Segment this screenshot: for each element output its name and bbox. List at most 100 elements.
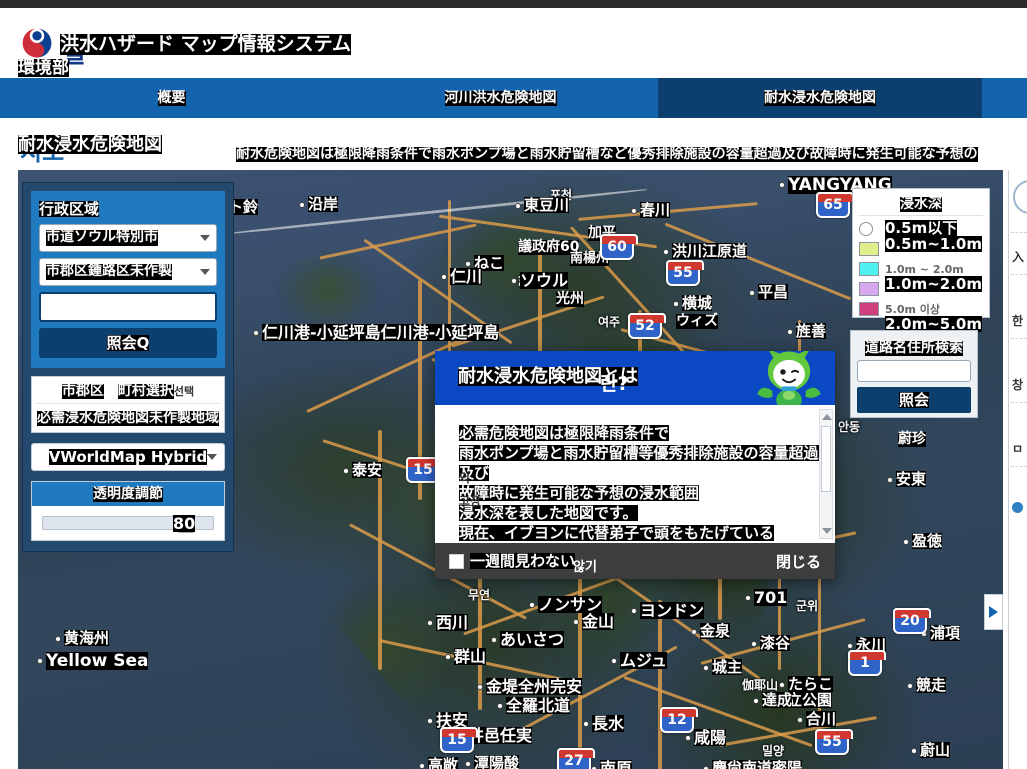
map-label: 洪川江原道 xyxy=(672,242,748,260)
map-place-dot xyxy=(253,330,259,336)
map-place-dot xyxy=(847,643,853,649)
right-side-panel[interactable]: 入 한 창 ㅁ xyxy=(1008,170,1027,769)
highway-shield: 27 xyxy=(557,748,595,769)
basemap-select[interactable]: VWorldMap Hybrid xyxy=(31,443,225,472)
main-navigation: 槪要 河川洪水危険地図 耐水浸水危険地図 xyxy=(0,78,1027,118)
scroll-up-icon[interactable] xyxy=(822,414,832,420)
chevron-down-icon xyxy=(200,269,210,275)
map-label: 長水 xyxy=(592,714,625,733)
opacity-value: 80 xyxy=(173,514,196,534)
search-button[interactable]: 照会Q xyxy=(39,328,217,358)
road-search-input[interactable] xyxy=(857,360,971,383)
page-description: 耐水危険地図は極限降雨条件で雨水ポンプ場と雨水貯留槽など優秀排除施設の容量超過及… xyxy=(236,146,978,163)
tab-eupmyeondong[interactable]: 町村選択선택 xyxy=(117,383,194,400)
map-label: 仁川港-小延坪島仁川港-小延坪島 xyxy=(262,323,500,342)
highway-shield: 65 xyxy=(816,192,854,218)
legend-row: 1.0m~2.0m xyxy=(859,275,983,299)
map-place-dot xyxy=(491,637,497,643)
map-place-dot xyxy=(907,683,913,689)
map-place-dot xyxy=(745,595,751,601)
highway-shield-number: 52 xyxy=(635,318,655,334)
dont-show-again-group[interactable]: 一週間見わない 않기 xyxy=(449,553,597,575)
map-label: 群山 xyxy=(454,647,487,666)
map-label: 城主 xyxy=(712,658,743,676)
map-label: 黄海州 xyxy=(64,629,110,647)
map-place-dot xyxy=(427,718,433,724)
map-label-original: 여주 xyxy=(598,315,621,329)
map-place-dot xyxy=(887,477,893,483)
map-label: 合川 xyxy=(806,710,837,728)
highway-shield: 15 xyxy=(440,727,478,753)
highway-shield: 52 xyxy=(628,313,666,339)
divider xyxy=(1011,466,1027,467)
panel-dot-icon xyxy=(1012,502,1023,513)
dont-show-again-checkbox[interactable] xyxy=(449,553,464,569)
map-label: あいさつ xyxy=(500,630,565,649)
map-place-dot xyxy=(55,636,61,642)
map-label: 蔚山 xyxy=(920,741,951,759)
region-tabs: 市郡区 町村選択선택 xyxy=(36,381,220,403)
tab-urban-flood-hazard-map[interactable]: 耐水浸水危険地図 xyxy=(658,78,982,118)
edge-item-1[interactable]: 入 xyxy=(1012,248,1024,265)
road-segment xyxy=(578,550,582,750)
opacity-slider-row[interactable]: 80 xyxy=(32,506,224,540)
tab-sigungu[interactable]: 市郡区 xyxy=(61,383,104,400)
map-place-dot xyxy=(497,703,503,709)
modal-text-line: 及び xyxy=(459,463,811,482)
highway-shield: 1 xyxy=(848,650,886,676)
edge-item-4[interactable]: ㅁ xyxy=(1012,440,1023,457)
map-label: 盈徳 xyxy=(912,532,943,550)
map-label: 泰安 xyxy=(352,461,383,479)
map-place-dot xyxy=(749,290,755,296)
highway-shield-number: 12 xyxy=(667,712,687,728)
highway-shield: 20 xyxy=(893,608,931,634)
map-expand-button[interactable] xyxy=(984,594,1003,630)
divider xyxy=(1011,338,1027,339)
map-place-dot xyxy=(583,721,589,727)
edge-item-3[interactable]: 창 xyxy=(1012,376,1023,393)
map-label: 南原 xyxy=(600,760,633,769)
chevron-down-icon xyxy=(200,235,210,241)
legend-label: 0.5m~1.0m xyxy=(885,235,982,254)
map-label: 浦項 xyxy=(930,624,961,642)
scroll-down-icon[interactable] xyxy=(822,528,832,534)
map-label: 旌善 xyxy=(796,322,827,340)
scrollbar-thumb[interactable] xyxy=(821,426,831,492)
legend-row: 0.5m~1.0m xyxy=(859,235,983,259)
tab-overview[interactable]: 槪要 xyxy=(0,78,343,118)
map-label: Yellow Sea xyxy=(46,651,149,671)
map-place-dot xyxy=(441,274,447,280)
legend-swatch xyxy=(859,282,879,297)
map-place-dot xyxy=(673,301,679,307)
close-button[interactable]: 閉じる xyxy=(776,551,821,572)
keyword-input[interactable] xyxy=(39,292,217,322)
road-search-button[interactable]: 照会 xyxy=(857,387,971,414)
modal-scrollbar[interactable] xyxy=(819,409,833,539)
depth-legend-panel: 浸水深 0.5m以下 0.5m~1.0m 1.0m ~ 2.0m 1.0m~2.0m 5… xyxy=(852,188,990,332)
map-label: 平昌 xyxy=(758,283,789,301)
sigungu-select[interactable]: 市郡区鍾路区未作製 xyxy=(39,258,217,286)
map-label: 咸陽 xyxy=(694,728,727,747)
highway-shield-number: 55 xyxy=(673,265,693,281)
map-label: 東豆川 xyxy=(524,196,570,214)
map-label-original: 안동 xyxy=(838,420,861,434)
region-search-block: 行政区域 市道ソウル特別市 市郡区鍾路区未作製 照会Q xyxy=(31,191,225,368)
panel-circle-icon xyxy=(1013,180,1027,214)
korea-government-emblem-icon xyxy=(21,27,53,59)
legend-label: 1.0m~2.0m xyxy=(885,275,982,294)
map-label: 安東 xyxy=(896,470,927,488)
map-place-dot xyxy=(529,602,535,608)
map-label: 漆谷 xyxy=(760,634,791,652)
map-label: ノンサン xyxy=(538,595,603,614)
legend-swatch xyxy=(859,262,879,277)
tab-river-flood-hazard-map[interactable]: 河川洪水危険地図 xyxy=(343,78,658,118)
map-label: ウィズ xyxy=(676,313,718,330)
modal-title-original: 란? xyxy=(600,373,629,395)
sido-select[interactable]: 市道ソウル特別市 xyxy=(39,224,217,252)
edge-item-2[interactable]: 한 xyxy=(1012,312,1023,329)
map-place-dot xyxy=(419,763,425,769)
dont-show-again-label-original: 않기 xyxy=(573,559,597,575)
map-place-dot xyxy=(37,658,43,664)
site-header: 텔 洪水ハザード マップ情報システム 環境部 xyxy=(0,8,1027,78)
modal-text-line: 故障時に発生可能な予想の浸水範囲 xyxy=(459,483,811,502)
